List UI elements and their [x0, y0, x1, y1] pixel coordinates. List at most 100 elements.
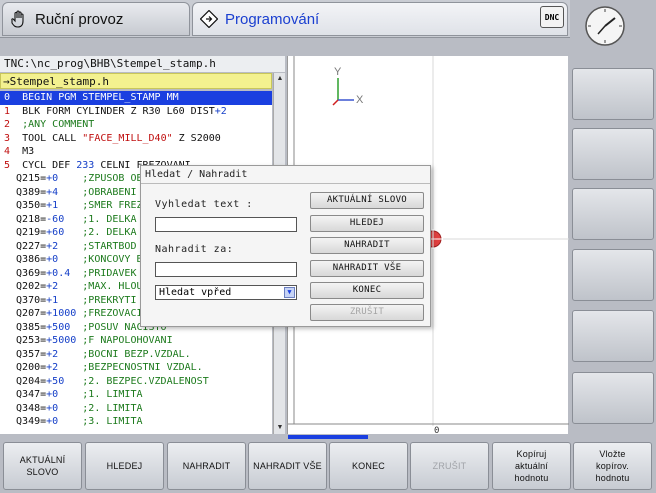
line-number: 0	[4, 92, 11, 103]
search-button[interactable]: HLEDEJ	[310, 215, 424, 232]
search-label: Vyhledat text :	[155, 199, 253, 210]
vertical-softkey-2[interactable]	[572, 128, 654, 180]
tab-programming[interactable]: Programování	[192, 2, 568, 36]
line-token: Q207=	[4, 308, 47, 319]
line-token: Q219=	[4, 227, 47, 238]
search-direction-value: Hledat vpřed	[159, 287, 232, 298]
vertical-softkey-5[interactable]	[572, 310, 654, 362]
vertical-softkey-6[interactable]	[572, 372, 654, 424]
line-token: +0	[46, 416, 59, 427]
line-token: Q253=	[4, 335, 47, 346]
search-replace-dialog: Hledat / Nahradit Vyhledat text : Nahrad…	[140, 165, 431, 327]
program-line[interactable]: Q357=+2 ;BOCNI BEZP.VZDAL.	[0, 348, 272, 362]
line-token: +2	[46, 348, 59, 360]
scroll-down-icon[interactable]: ▼	[275, 423, 285, 433]
axis-x-label: X	[356, 94, 364, 106]
axes-icon	[332, 78, 354, 106]
cancel-button[interactable]: ZRUŠIT	[310, 304, 424, 321]
graphic-scroll-indicator[interactable]	[288, 435, 368, 439]
replace-button[interactable]: NAHRADIT	[310, 237, 424, 254]
line-token: ;3. LIMITA	[58, 416, 143, 427]
current-word-button[interactable]: AKTUÁLNÍ SLOVO	[310, 192, 424, 209]
line-token: +1	[46, 200, 59, 211]
line-token: ;ANY COMMENT	[22, 119, 95, 130]
line-token: +50	[46, 375, 65, 387]
scroll-up-icon[interactable]: ▲	[275, 74, 285, 84]
softkey-replace[interactable]: NAHRADIT	[167, 442, 246, 490]
softkey-copy-current-value[interactable]: Kopíruj aktuální hodnotu	[492, 442, 571, 490]
line-token: Q385=	[4, 321, 47, 333]
line-token: +1	[46, 294, 59, 306]
line-token: +0	[46, 389, 59, 400]
line-token: +0	[46, 254, 59, 265]
end-button[interactable]: KONEC	[310, 282, 424, 299]
line-token: ;OBRABENI	[58, 186, 137, 198]
program-line[interactable]: 1 BLK FORM CYLINDER Z R30 L60 DIST+2	[0, 105, 272, 119]
program-diamond-icon	[199, 9, 219, 29]
chevron-down-icon[interactable]: ▼	[284, 287, 295, 298]
replace-all-button[interactable]: NAHRADIT VŠE	[310, 260, 424, 277]
line-token: Q386=	[4, 254, 47, 265]
search-input[interactable]	[155, 217, 297, 232]
tab-manual-label: Ruční provoz	[35, 10, 124, 28]
line-number: 2	[4, 119, 11, 130]
softkey-current-word[interactable]: AKTUÁLNÍ SLOVO	[3, 442, 82, 490]
program-line[interactable]: 0 BEGIN PGM STEMPEL_STAMP MM	[0, 91, 272, 105]
program-line[interactable]: Q348=+0 ;2. LIMITA	[0, 402, 272, 416]
line-token: Q370=	[4, 294, 47, 306]
line-token: BEGIN PGM STEMPEL_STAMP MM	[22, 92, 179, 103]
line-token: BLK FORM CYLINDER Z R30 L60 DIST	[22, 105, 215, 117]
tab-programming-label: Programování	[225, 10, 320, 28]
vertical-softkey-1[interactable]	[572, 68, 654, 120]
softkey-search[interactable]: HLEDEJ	[85, 442, 164, 490]
line-token: ;2. LIMITA	[58, 402, 143, 414]
axis-y-label: Y	[334, 66, 342, 78]
program-line[interactable]: Q349=+0 ;3. LIMITA	[0, 415, 272, 429]
line-token: ;BEZPECNOSTNI VZDAL.	[58, 362, 203, 373]
line-token: +0.4	[46, 267, 71, 279]
program-path: TNC:\nc_prog\BHB\Stempel_stamp.h	[0, 56, 285, 72]
softkey-insert-copied-value[interactable]: Vložte kopírov. hodnotu	[573, 442, 652, 490]
line-token: TOOL CALL	[22, 132, 83, 144]
horizontal-softkey-bar: AKTUÁLNÍ SLOVO HLEDEJ NAHRADIT NAHRADIT …	[0, 440, 656, 493]
tab-manual-operation[interactable]: Ruční provoz	[2, 2, 190, 36]
dialog-divider	[141, 183, 430, 184]
mode-bar: Ruční provoz Programování DNC	[0, 0, 570, 38]
program-line[interactable]: Q204=+50 ;2. BEZPEC.VZDALENOST	[0, 375, 272, 389]
vertical-softkey-4[interactable]	[572, 249, 654, 301]
vertical-softkey-3[interactable]	[572, 188, 654, 240]
program-line[interactable]: 4 M3	[0, 145, 272, 159]
program-line[interactable]: Q200=+2 ;BEZPECNOSTNI VZDAL.	[0, 361, 272, 375]
softkey-end[interactable]: KONEC	[329, 442, 408, 490]
line-token: +4	[46, 186, 59, 198]
ruler-zero-label: 0	[434, 426, 439, 434]
line-token: Q215=	[4, 173, 47, 184]
line-token: Q347=	[4, 389, 47, 400]
replace-input[interactable]	[155, 262, 297, 277]
line-token: Q350=	[4, 200, 47, 211]
program-line[interactable]: Q347=+0 ;1. LIMITA	[0, 388, 272, 402]
search-direction-select[interactable]: Hledat vpřed ▼	[155, 285, 297, 300]
clock-icon	[578, 4, 632, 48]
line-token: Q348=	[4, 402, 47, 414]
program-file-name: →Stempel_stamp.h	[0, 73, 272, 89]
dnc-icon[interactable]: DNC	[540, 6, 564, 28]
program-line[interactable]: 3 TOOL CALL "FACE_MILL_D40" Z S2000	[0, 132, 272, 146]
line-token: +0	[46, 402, 59, 414]
line-token: Q218=	[4, 213, 47, 225]
line-number: 4	[4, 146, 11, 157]
line-token: Q227=	[4, 240, 47, 252]
line-token: Q357=	[4, 348, 47, 360]
line-token: Z S2000	[172, 132, 221, 144]
vertical-softkey-column	[570, 0, 656, 440]
dialog-title: Hledat / Nahradit	[145, 169, 248, 180]
softkey-replace-all[interactable]: NAHRADIT VŠE	[248, 442, 327, 490]
line-token: Q204=	[4, 375, 47, 387]
line-token: 233	[76, 159, 95, 171]
program-line[interactable]: 2 ;ANY COMMENT	[0, 118, 272, 132]
line-token: +1000	[46, 308, 77, 319]
softkey-cancel[interactable]: ZRUŠIT	[410, 442, 489, 490]
line-token: "FACE_MILL_D40"	[82, 132, 173, 144]
program-line[interactable]: Q253=+5000 ;F NAPOLOHOVANI	[0, 334, 272, 348]
line-token: M3	[22, 146, 35, 157]
